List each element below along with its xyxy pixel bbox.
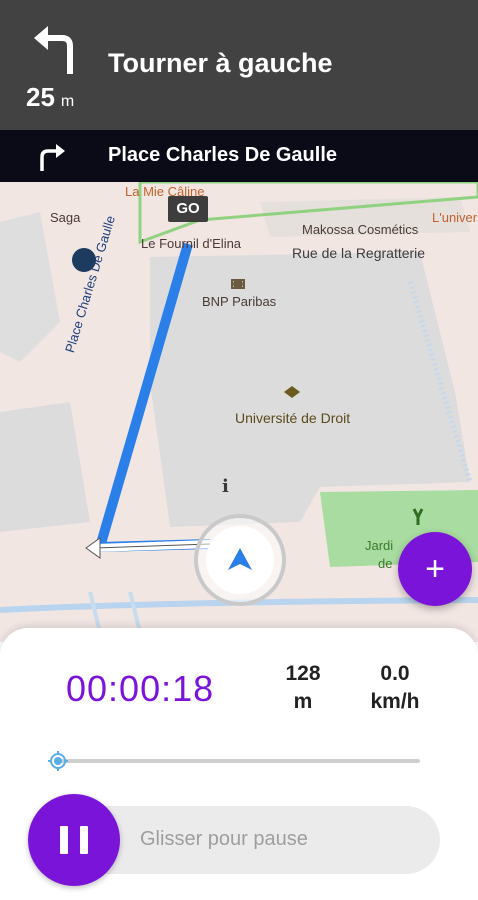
turn-distance: 25 m (26, 82, 74, 113)
trip-panel: 00:00:18 128 m 0.0 km/h Glisser pour pau… (0, 628, 478, 900)
pause-button[interactable] (28, 794, 120, 886)
distance-stat: 128 m (268, 660, 338, 716)
elapsed-timer: 00:00:18 (66, 668, 215, 709)
pause-icon (60, 826, 68, 854)
go-flag: GO (168, 196, 208, 222)
location-target-icon[interactable] (47, 750, 69, 772)
turn-distance-unit: m (60, 93, 75, 110)
next-street-name: Place Charles De Gaulle (108, 144, 338, 166)
progress-track (58, 759, 420, 763)
street-label-regratterie: Rue de la Regratterie (292, 245, 426, 261)
next-street-bar: Place Charles De Gaulle (0, 130, 478, 182)
svg-text:i: i (222, 476, 229, 497)
distance-unit: m (293, 690, 313, 713)
add-button[interactable]: + (398, 532, 472, 606)
poi-makossa[interactable]: Makossa Cosmétics (302, 222, 418, 237)
turn-right-arrow-icon (40, 144, 65, 171)
poi-bnp-paribas[interactable]: BNP Paribas (202, 294, 276, 309)
pause-icon-bar (80, 826, 88, 854)
speed-stat: 0.0 km/h (355, 660, 435, 716)
poi-jardin-line2[interactable]: de (378, 556, 392, 571)
poi-lunivers[interactable]: L'univers (432, 210, 478, 225)
slide-to-pause-label: Glisser pour pause (140, 828, 308, 850)
poi-le-fournil[interactable]: Le Fournil d'Elina (141, 236, 241, 251)
speed-unit: km/h (370, 690, 420, 713)
poi-universite[interactable]: Université de Droit (235, 410, 350, 426)
turn-instruction-text: Tourner à gauche (108, 48, 333, 78)
poi-saga[interactable]: Saga (50, 210, 80, 225)
distance-value: 128 (285, 662, 321, 685)
speed-value: 0.0 (380, 662, 410, 685)
turn-instruction-bar: 25 m Tourner à gauche (0, 0, 478, 130)
poi-jardin-line1[interactable]: Jardi (365, 538, 393, 553)
turn-left-arrow-icon (34, 26, 73, 74)
turn-distance-value: 25 (26, 82, 55, 112)
